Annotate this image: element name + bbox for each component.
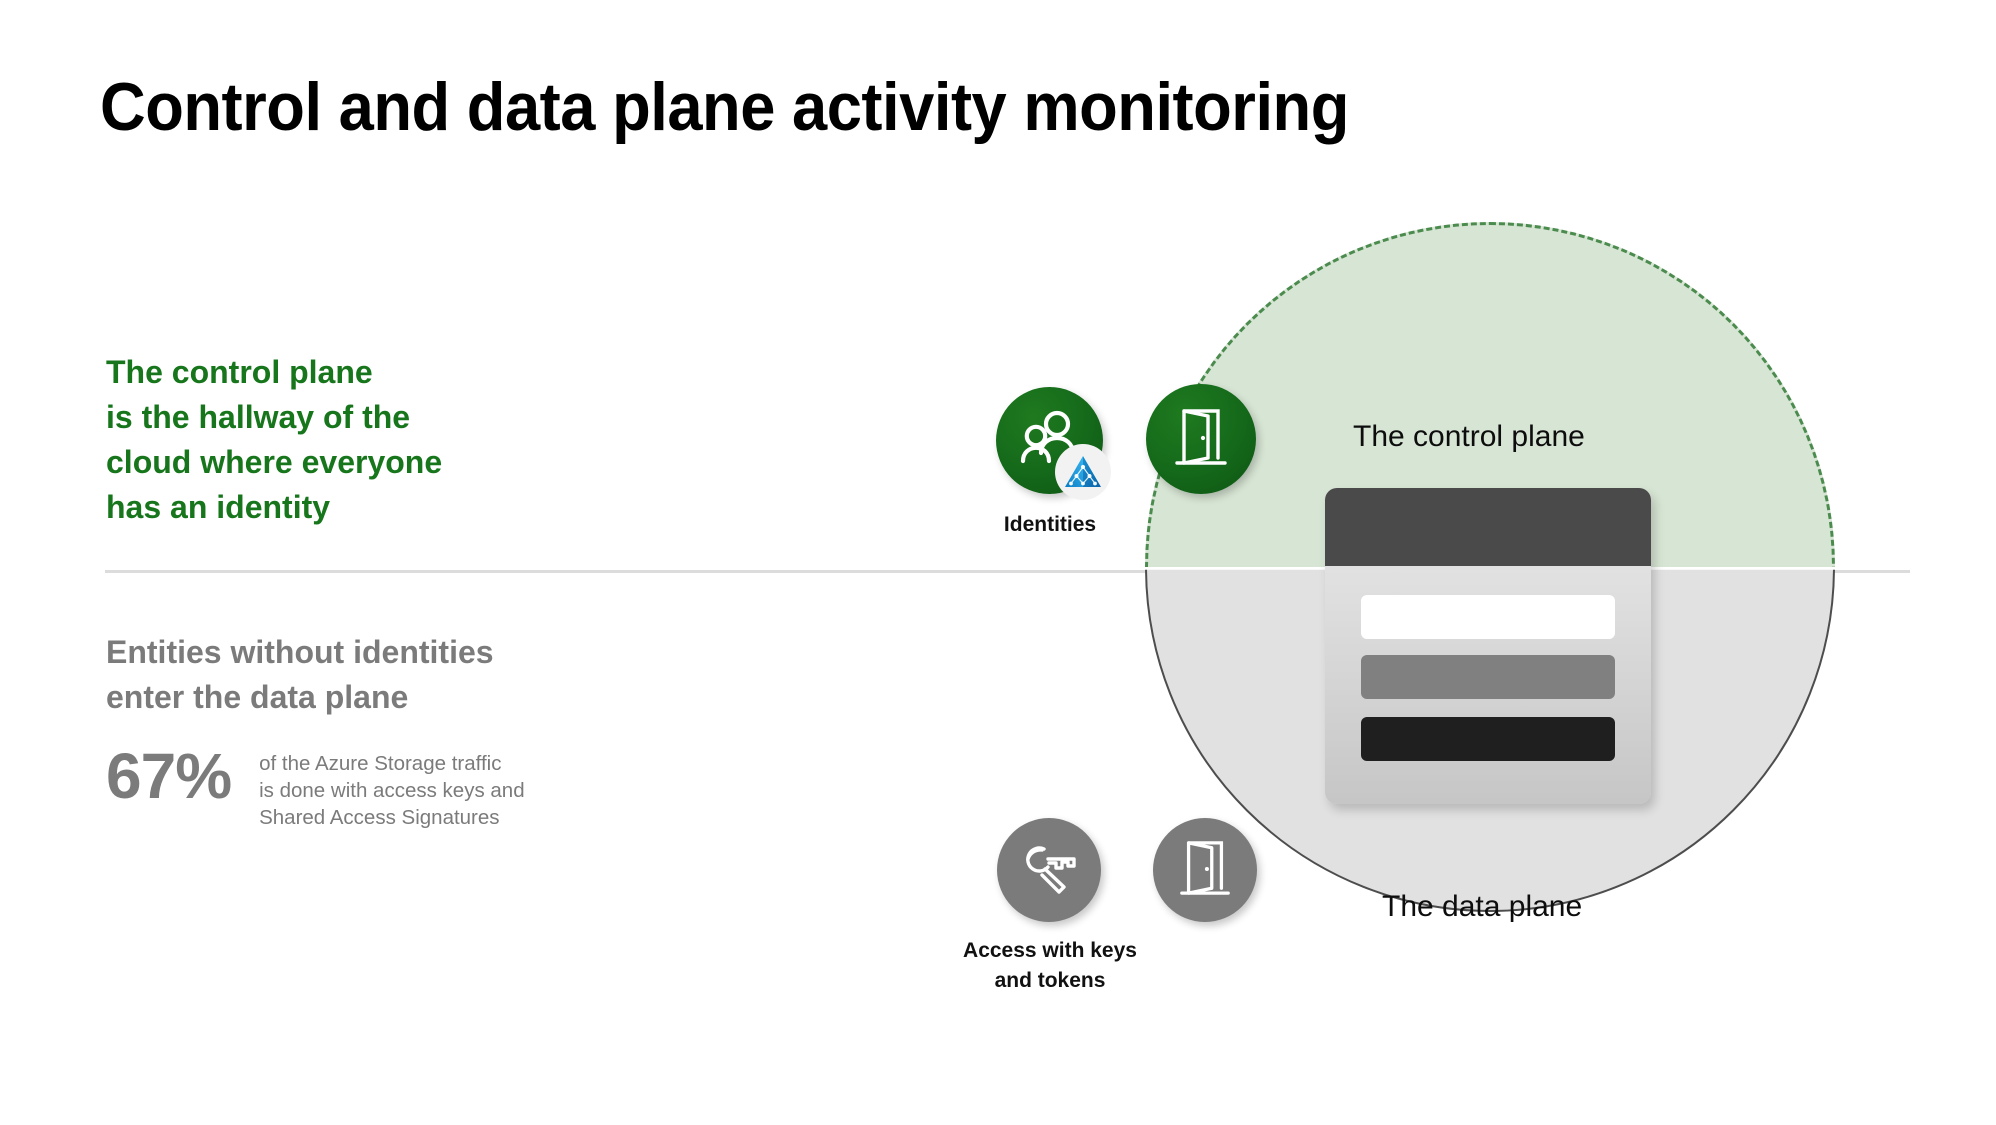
access-keys-caption: Access with keys and tokens — [963, 939, 1137, 992]
card-header-bar — [1325, 488, 1651, 566]
card-row-dark — [1361, 717, 1615, 761]
control-plane-region-label: The control plane — [1353, 420, 1585, 453]
statistic-value: 67% — [106, 740, 232, 812]
azure-active-directory-icon — [1055, 444, 1111, 500]
page-title: Control and data plane activity monitori… — [100, 69, 1349, 145]
slide-canvas: Control and data plane activity monitori… — [0, 0, 1996, 1125]
data-plane-region-label: The data plane — [1382, 890, 1583, 923]
data-plane-door-icon-circle — [1153, 818, 1257, 922]
open-door-icon — [1172, 406, 1230, 473]
card-row-light — [1361, 595, 1615, 639]
data-plane-statement: Entities without identities enter the da… — [106, 634, 494, 715]
access-keys-icon-circle — [997, 818, 1101, 922]
identities-icon-circle — [996, 387, 1111, 500]
statistic-block: 67% of the Azure Storage traffic is done… — [106, 738, 525, 831]
open-door-icon — [1177, 838, 1233, 903]
storage-resource-card — [1325, 488, 1651, 804]
keys-icon — [1018, 839, 1080, 902]
control-plane-statement: The control plane is the hallway of the … — [106, 354, 443, 525]
control-plane-door-icon-circle — [1146, 384, 1256, 494]
identities-caption: Identities — [1003, 513, 1097, 536]
card-row-mid — [1361, 655, 1615, 699]
statistic-caption: of the Azure Storage traffic is done wit… — [259, 752, 525, 829]
